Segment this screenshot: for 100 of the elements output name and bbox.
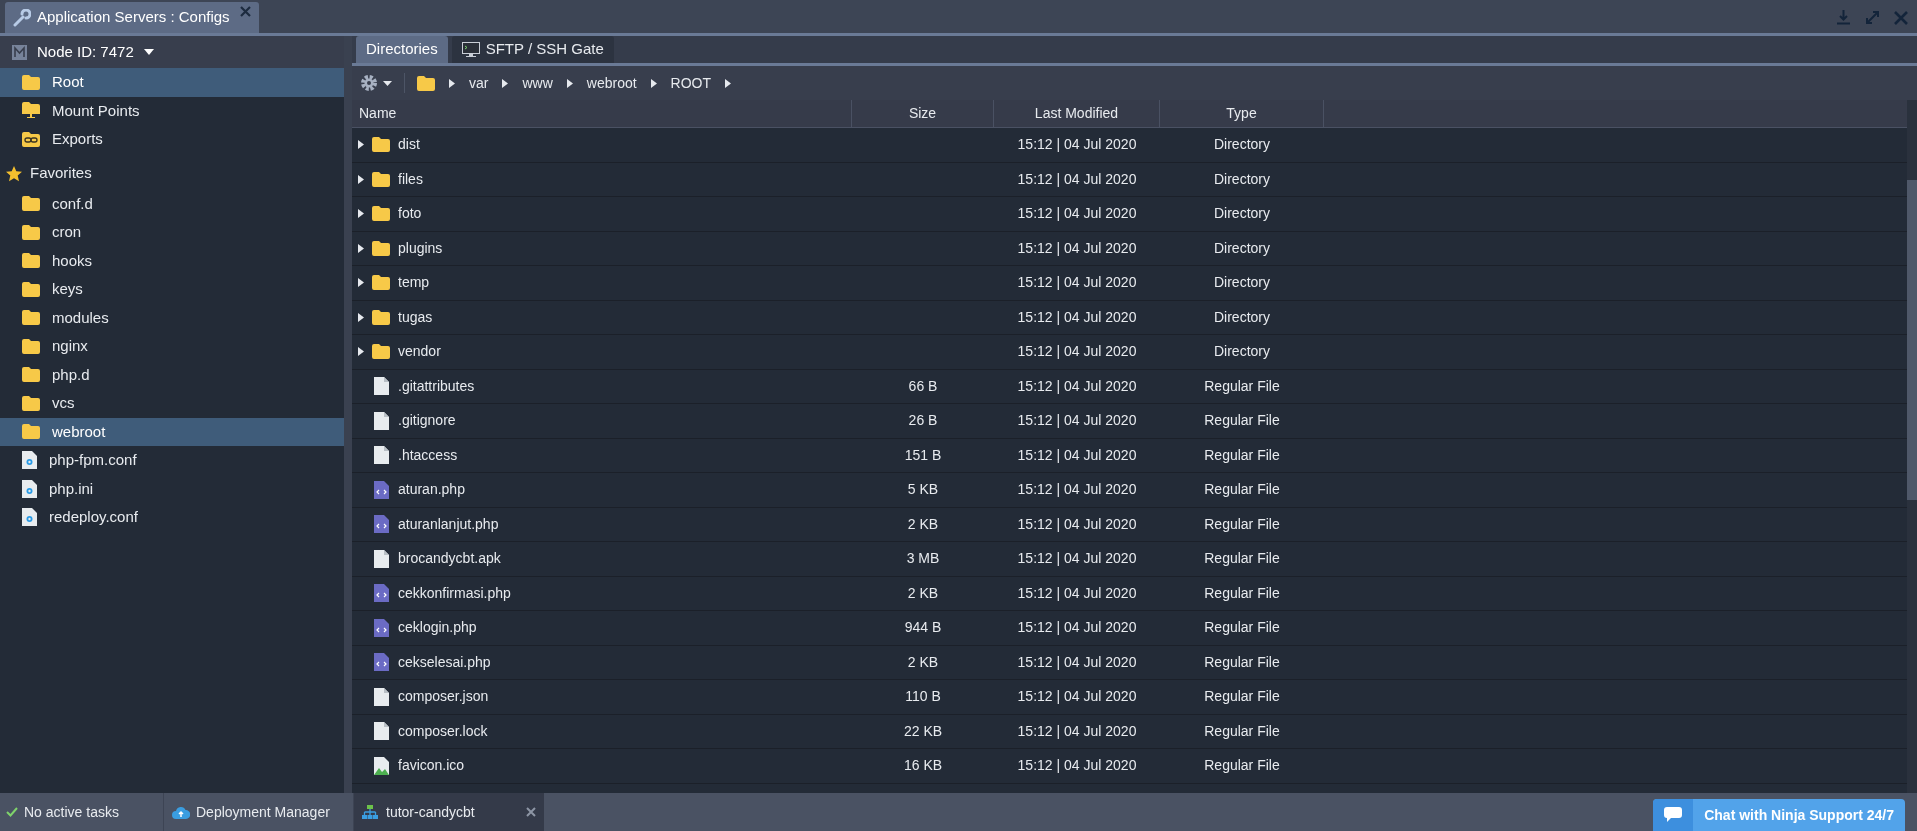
file-name: composer.lock bbox=[398, 721, 488, 741]
file-size: 66 B bbox=[908, 376, 938, 396]
table-row[interactable]: ceklogin.php 944 B 15:12 | 04 Jul 2020 Regular File bbox=[352, 611, 1907, 646]
sidebar-item[interactable]: Mount Points bbox=[0, 96, 344, 125]
config-file-icon bbox=[22, 479, 37, 498]
column-header[interactable]: Size bbox=[852, 100, 994, 127]
file-name: files bbox=[398, 169, 423, 189]
modified-date: 15:12 | 04 Jul 2020 bbox=[1017, 169, 1137, 189]
file-name: brocandycbt.apk bbox=[398, 549, 501, 569]
code-file-icon bbox=[373, 515, 389, 534]
sidebar-item[interactable]: keys bbox=[0, 275, 344, 304]
table-row[interactable]: aturanlanjut.php 2 KB 15:12 | 04 Jul 2020 Regular File bbox=[352, 507, 1907, 542]
modified-date: 15:12 | 04 Jul 2020 bbox=[1017, 583, 1137, 603]
file-type: Regular File bbox=[1204, 583, 1280, 603]
sidebar-item[interactable]: cron bbox=[0, 218, 344, 247]
environment-tab[interactable]: tutor-candycbt bbox=[354, 793, 544, 831]
table-row[interactable]: .htaccess 151 B 15:12 | 04 Jul 2020 Regular File bbox=[352, 438, 1907, 473]
file-size: 2 KB bbox=[907, 514, 939, 534]
modified-date: 15:12 | 04 Jul 2020 bbox=[1017, 514, 1137, 534]
separator-caret-icon bbox=[650, 78, 657, 88]
table-row[interactable]: aturan.php 5 KB 15:12 | 04 Jul 2020 Regular File bbox=[352, 473, 1907, 508]
modified-date: 15:12 | 04 Jul 2020 bbox=[1017, 273, 1137, 293]
sidebar-item[interactable]: webroot bbox=[0, 417, 344, 446]
code-file-icon bbox=[373, 584, 389, 603]
expand-caret-icon bbox=[358, 209, 364, 219]
table-row[interactable]: cekkonfirmasi.php 2 KB 15:12 | 04 Jul 2020 Regular File bbox=[352, 576, 1907, 611]
expand-icon[interactable] bbox=[1865, 10, 1880, 25]
close-icon[interactable] bbox=[526, 807, 536, 817]
table-row[interactable]: tugas 15:12 | 04 Jul 2020 Directory bbox=[352, 300, 1907, 335]
folder-icon bbox=[22, 424, 40, 440]
file-name: aturan.php bbox=[398, 480, 465, 500]
sidebar-item[interactable]: modules bbox=[0, 303, 344, 332]
breadcrumb-link[interactable]: www bbox=[522, 72, 553, 94]
table-row[interactable]: .gitattributes 66 B 15:12 | 04 Jul 2020 Regular File bbox=[352, 369, 1907, 404]
separator-caret-icon bbox=[566, 78, 573, 88]
table-row[interactable]: brocandycbt.apk 3 MB 15:12 | 04 Jul 2020 Regular File bbox=[352, 542, 1907, 577]
expand-caret-icon bbox=[358, 174, 364, 184]
download-icon[interactable] bbox=[1836, 10, 1851, 25]
folder-icon bbox=[372, 171, 390, 187]
table-row[interactable]: cekselesai.php 2 KB 15:12 | 04 Jul 2020 Regular File bbox=[352, 645, 1907, 680]
table-row[interactable]: favicon.ico 16 KB 15:12 | 04 Jul 2020 Regular File bbox=[352, 749, 1907, 784]
tab[interactable]: SFTP / SSH Gate bbox=[451, 36, 614, 63]
table-row[interactable]: plugins 15:12 | 04 Jul 2020 Directory bbox=[352, 231, 1907, 266]
sidebar-item[interactable]: redeploy.conf bbox=[0, 503, 344, 532]
file-type: Directory bbox=[1214, 135, 1270, 155]
folder-icon bbox=[22, 196, 40, 212]
sidebar-item[interactable]: php.d bbox=[0, 360, 344, 389]
file-type: Regular File bbox=[1204, 514, 1280, 534]
file-name: plugins bbox=[398, 238, 443, 258]
table-row[interactable]: .gitignore 26 B 15:12 | 04 Jul 2020 Regular File bbox=[352, 404, 1907, 439]
file-type: Regular File bbox=[1204, 756, 1280, 776]
sidebar-item[interactable]: php-fpm.conf bbox=[0, 446, 344, 475]
folder-icon bbox=[22, 367, 40, 383]
sidebar-item[interactable]: nginx bbox=[0, 332, 344, 361]
table-row[interactable]: vendor 15:12 | 04 Jul 2020 Directory bbox=[352, 335, 1907, 370]
expand-caret-icon bbox=[358, 347, 364, 357]
sidebar-item[interactable]: php.ini bbox=[0, 474, 344, 503]
chat-bubble-icon bbox=[1664, 807, 1683, 823]
file-icon bbox=[373, 549, 389, 568]
file-type: Regular File bbox=[1204, 652, 1280, 672]
table-row[interactable]: composer.lock 22 KB 15:12 | 04 Jul 2020 Regular File bbox=[352, 714, 1907, 749]
sidebar-item[interactable]: hooks bbox=[0, 246, 344, 275]
column-header[interactable]: Name bbox=[352, 100, 852, 127]
file-size: 110 B bbox=[905, 687, 941, 707]
file-name: cekkonfirmasi.php bbox=[398, 583, 511, 603]
column-header[interactable]: Last Modified bbox=[994, 100, 1160, 127]
file-icon bbox=[373, 687, 389, 706]
file-type: Directory bbox=[1214, 273, 1270, 293]
folder-icon bbox=[22, 253, 40, 269]
settings-menu-button[interactable] bbox=[360, 74, 392, 92]
table-row[interactable]: temp 15:12 | 04 Jul 2020 Directory bbox=[352, 266, 1907, 301]
file-name: .gitignore bbox=[398, 411, 456, 431]
node-selector[interactable]: Node ID: 7472 bbox=[0, 36, 344, 68]
terminal-monitor-icon bbox=[461, 41, 480, 58]
breadcrumb-link[interactable]: webroot bbox=[586, 72, 637, 94]
code-file-icon bbox=[373, 618, 389, 637]
folder-icon bbox=[372, 275, 390, 291]
file-name: .gitattributes bbox=[398, 376, 475, 396]
window-tab[interactable]: Application Servers : Configs bbox=[5, 2, 259, 33]
expand-caret-icon bbox=[358, 243, 364, 253]
breadcrumb-link[interactable]: var bbox=[469, 72, 489, 94]
tab[interactable]: Directories bbox=[356, 36, 448, 63]
sidebar-item[interactable]: conf.d bbox=[0, 189, 344, 218]
scrollbar-thumb[interactable] bbox=[1907, 180, 1917, 500]
close-icon[interactable] bbox=[1894, 10, 1908, 25]
table-row[interactable]: foto 15:12 | 04 Jul 2020 Directory bbox=[352, 197, 1907, 232]
table-row[interactable]: files 15:12 | 04 Jul 2020 Directory bbox=[352, 162, 1907, 197]
file-name: tugas bbox=[398, 307, 433, 327]
sidebar-item[interactable]: Exports bbox=[0, 125, 344, 154]
table-row[interactable]: composer.json 110 B 15:12 | 04 Jul 2020 Regular File bbox=[352, 680, 1907, 715]
file-type: Regular File bbox=[1204, 411, 1280, 431]
file-type: Directory bbox=[1214, 238, 1270, 258]
sidebar-item[interactable]: Root bbox=[0, 68, 344, 97]
table-row[interactable]: dist 15:12 | 04 Jul 2020 Directory bbox=[352, 128, 1907, 163]
modified-date: 15:12 | 04 Jul 2020 bbox=[1017, 721, 1137, 741]
sidebar-item[interactable]: vcs bbox=[0, 389, 344, 418]
close-icon[interactable] bbox=[239, 6, 251, 17]
breadcrumb-link[interactable]: ROOT bbox=[670, 72, 712, 94]
column-header[interactable]: Type bbox=[1160, 100, 1324, 127]
task-status[interactable]: No active tasks bbox=[0, 793, 164, 831]
